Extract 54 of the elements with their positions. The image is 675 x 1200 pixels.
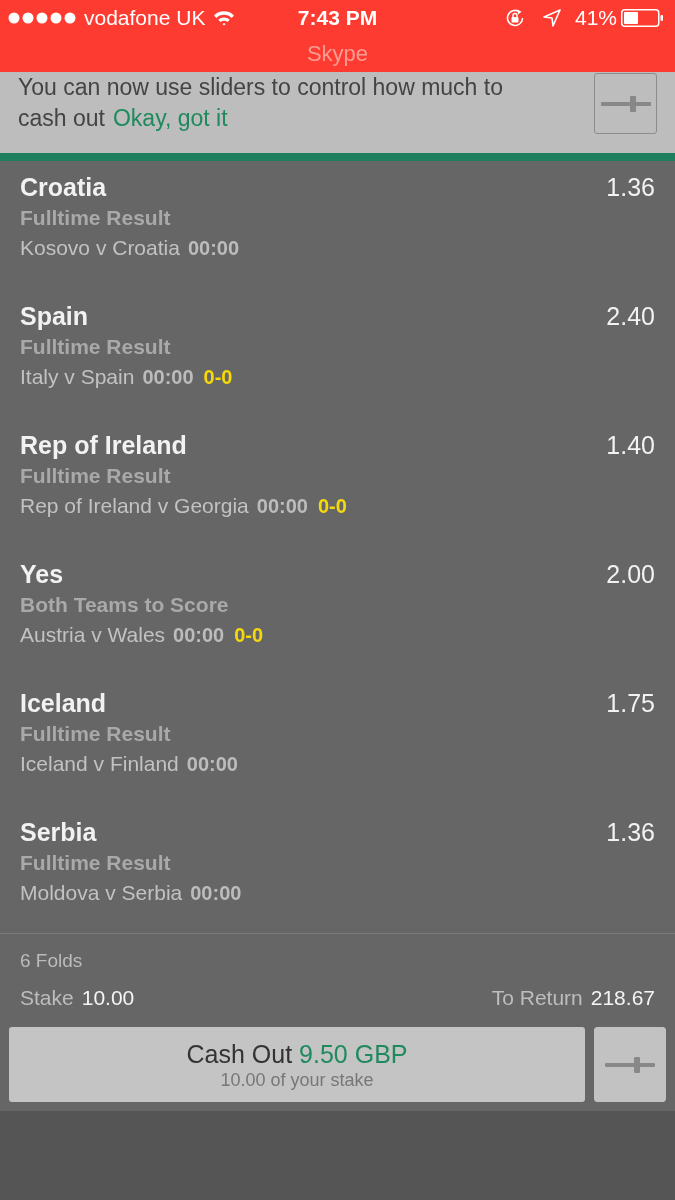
match-score: 0-0 xyxy=(234,623,264,647)
stake-label: Stake xyxy=(20,986,74,1010)
match-clock: 00:00 xyxy=(142,365,194,389)
event-name: Italy v Spain xyxy=(20,365,135,389)
event-name: Rep of Ireland v Georgia xyxy=(20,494,249,518)
slider-icon xyxy=(600,95,651,112)
event-name: Austria v Wales xyxy=(20,623,166,647)
wifi-icon xyxy=(213,10,236,26)
selection-name: Serbia xyxy=(20,817,97,847)
market-name: Fulltime Result xyxy=(20,335,171,359)
odds-value: 1.40 xyxy=(606,430,655,460)
location-arrow-icon xyxy=(542,9,561,27)
market-name: Both Teams to Score xyxy=(20,593,229,617)
status-time: 7:43 PM xyxy=(297,6,378,30)
event-name: Iceland v Finland xyxy=(20,752,179,776)
selection-name: Spain xyxy=(20,301,89,331)
bet-type: 6 Folds xyxy=(20,950,83,972)
event-name: Moldova v Serbia xyxy=(20,881,183,905)
odds-value: 2.40 xyxy=(606,301,655,331)
cash-out-button[interactable]: Cash Out 9.50 GBP 10.00 of your stake xyxy=(9,1027,585,1102)
market-name: Fulltime Result xyxy=(20,722,171,746)
okay-link[interactable]: Okay, got it xyxy=(112,105,228,131)
call-banner-label[interactable]: Skype xyxy=(306,41,369,67)
slider-settings-button[interactable] xyxy=(594,1027,666,1102)
battery-icon xyxy=(621,9,663,27)
slider-icon xyxy=(605,1056,655,1073)
return-value: 218.67 xyxy=(590,986,655,1010)
odds-value: 1.36 xyxy=(606,817,655,847)
stake-value: 10.00 xyxy=(81,986,135,1010)
match-clock: 00:00 xyxy=(190,881,242,905)
odds-value: 2.00 xyxy=(606,559,655,589)
match-clock: 00:00 xyxy=(173,623,225,647)
selection-name: Yes xyxy=(20,559,64,589)
return-label: To Return xyxy=(491,986,583,1010)
odds-value: 1.36 xyxy=(606,172,655,202)
odds-value: 1.75 xyxy=(606,688,655,718)
market-name: Fulltime Result xyxy=(20,206,171,230)
selection-name: Croatia xyxy=(20,172,107,202)
match-score: 0-0 xyxy=(203,365,233,389)
selection-name: Iceland xyxy=(20,688,107,718)
carrier-name: vodafone UK xyxy=(84,6,206,30)
match-score: 0-0 xyxy=(317,494,347,518)
event-name: Kosovo v Croatia xyxy=(20,236,180,260)
slider-settings-button[interactable] xyxy=(594,73,657,134)
market-name: Fulltime Result xyxy=(20,851,171,875)
market-name: Fulltime Result xyxy=(20,464,171,488)
selection-name: Rep of Ireland xyxy=(20,430,187,460)
signal-dots-icon xyxy=(8,12,76,24)
match-clock: 00:00 xyxy=(186,752,238,776)
match-clock: 00:00 xyxy=(187,236,240,260)
battery-percent: 41% xyxy=(574,6,617,30)
orientation-lock-icon xyxy=(504,8,525,28)
notice-text: You can now use sliders to control how much to cash out Okay, got it xyxy=(18,73,504,133)
match-clock: 00:00 xyxy=(256,494,308,518)
